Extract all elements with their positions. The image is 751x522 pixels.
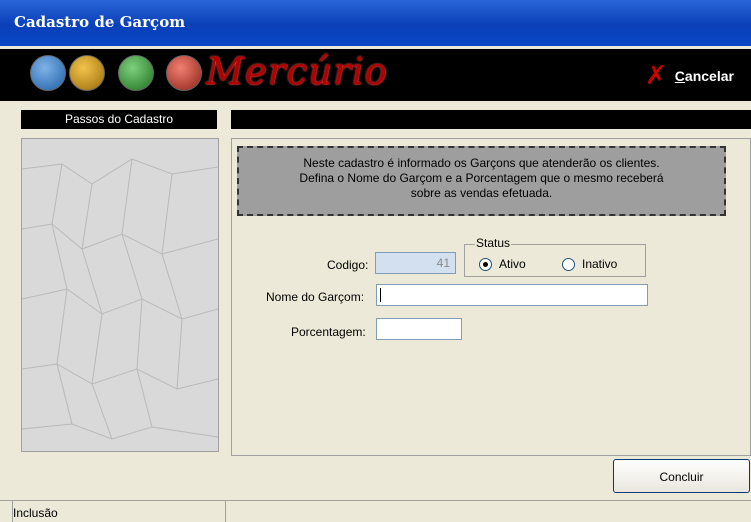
stone-texture — [21, 139, 219, 451]
info-line-2: Defina o Nome do Garçom e a Porcentagem … — [299, 171, 664, 185]
folder-icon[interactable] — [69, 55, 105, 91]
porcentagem-field[interactable] — [376, 318, 462, 340]
concluir-button[interactable]: Concluir — [613, 459, 750, 493]
info-box: Neste cadastro é informado os Garçons qu… — [237, 146, 726, 216]
radio-inativo-dot — [562, 257, 575, 271]
text-caret — [380, 288, 381, 302]
info-line-3: sobre as vendas efetuada. — [410, 186, 553, 200]
nome-label: Nome do Garçom: — [266, 290, 365, 304]
status-legend: Status — [475, 236, 512, 250]
person-icon[interactable] — [118, 55, 154, 91]
radio-ativo-label: Ativo — [499, 257, 526, 271]
nome-field[interactable] — [376, 284, 648, 306]
porcentagem-label: Porcentagem: — [291, 325, 366, 339]
mercurio-logo: Mercúrio — [206, 50, 388, 93]
title-bar: Cadastro de Garçom — [0, 0, 751, 46]
map-icon[interactable] — [30, 55, 66, 91]
steps-header: Passos do Cadastro — [21, 110, 217, 129]
status-ativo-radio[interactable]: Ativo — [479, 257, 526, 271]
radio-inativo-label: Inativo — [582, 257, 618, 271]
cancel-x-icon: ✗ — [645, 61, 667, 91]
info-line-1: Neste cadastro é informado os Garçons qu… — [303, 156, 660, 170]
status-inativo-radio[interactable]: Inativo — [562, 257, 617, 271]
cancel-label: Cancelar — [674, 68, 734, 84]
chart-icon[interactable] — [166, 55, 202, 91]
status-mode: Inclusão — [13, 506, 58, 520]
status-bar: Inclusão — [0, 500, 751, 522]
codigo-label: Codigo: — [327, 258, 369, 272]
codigo-field: 41 — [375, 252, 456, 274]
cancel-button[interactable]: ✗ Cancelar — [645, 62, 734, 90]
steps-panel — [21, 138, 219, 452]
radio-ativo-dot — [479, 257, 492, 271]
window-title: Cadastro de Garçom — [14, 13, 186, 31]
content-header — [231, 110, 751, 129]
